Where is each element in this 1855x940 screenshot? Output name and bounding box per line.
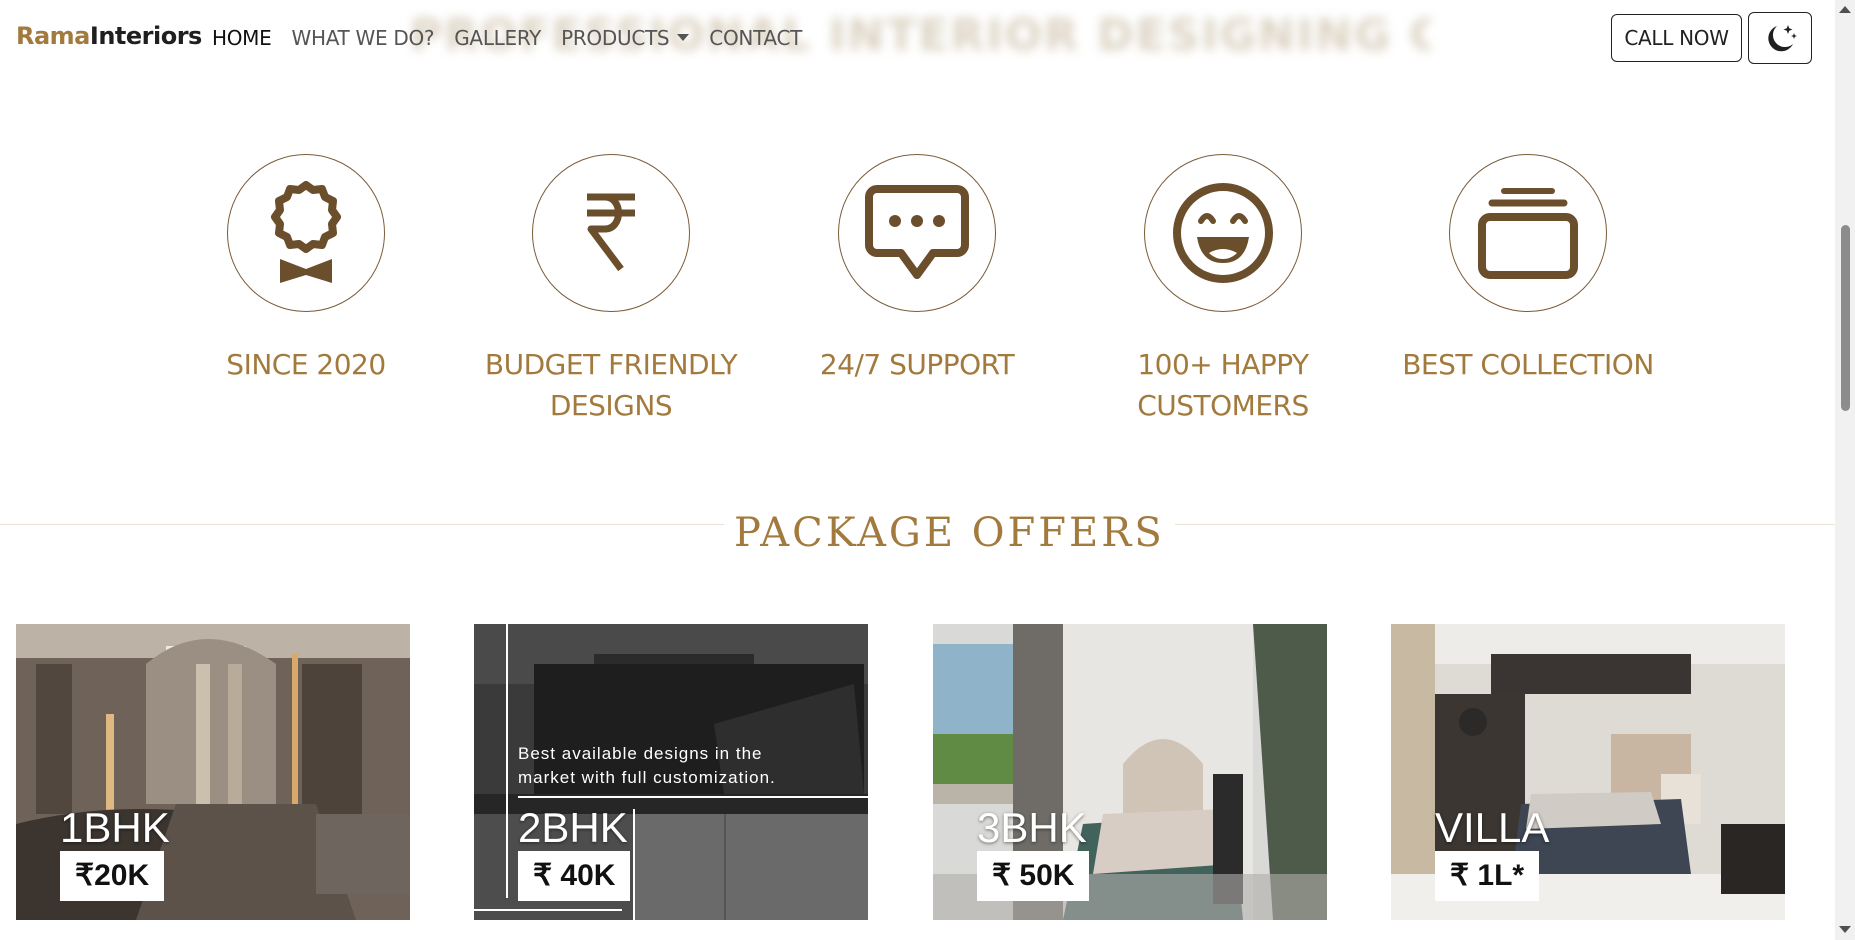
scroll-up-icon[interactable]: [1839, 6, 1851, 13]
features-section: SINCE 2020 BUDGET FRIENDLY DESIGNS 24/7 …: [0, 140, 1835, 440]
package-name: 2BHK: [518, 804, 628, 851]
package-card-villa[interactable]: VILLA ₹ 1L*: [1391, 624, 1785, 920]
brand-part-rama: Rama: [16, 22, 90, 50]
feature-circle: [838, 154, 996, 312]
package-name: 1BHK: [60, 804, 170, 851]
feature-since: SINCE 2020: [176, 154, 436, 385]
decorative-frame-line: [633, 809, 635, 920]
package-price: ₹ 50K: [977, 851, 1090, 901]
package-card-1bhk[interactable]: 1BHK ₹20K: [16, 624, 410, 920]
package-description: Best available designs in the market wit…: [518, 744, 776, 787]
package-price: ₹20K: [60, 851, 165, 901]
rupee-icon: [587, 193, 635, 272]
award-icon: [271, 181, 341, 283]
nav-links: HOME WHAT WE DO? GALLERY PRODUCTS CONTAC…: [212, 26, 822, 50]
feature-customers: 100+ HAPPY CUSTOMERS: [1093, 154, 1353, 426]
feature-label: BEST COLLECTION: [1402, 348, 1654, 381]
nav-contact[interactable]: CONTACT: [709, 26, 802, 50]
feature-label: BUDGET FRIENDLY DESIGNS: [484, 348, 738, 422]
theme-toggle-button[interactable]: [1748, 12, 1812, 64]
package-offers-title: PACKAGE OFFERS: [724, 510, 1175, 556]
decorative-frame-line: [474, 909, 622, 911]
brand-part-interiors: Interiors: [89, 22, 202, 50]
feature-circle: [1449, 154, 1607, 312]
call-now-button[interactable]: CALL NOW: [1611, 14, 1742, 62]
nav-what-we-do[interactable]: WHAT WE DO?: [291, 26, 434, 50]
package-name: 3BHK: [977, 804, 1087, 851]
nav-products-dropdown[interactable]: PRODUCTS: [561, 26, 690, 50]
package-card-3bhk[interactable]: 3BHK ₹ 50K: [933, 624, 1327, 920]
feature-circle: [532, 154, 690, 312]
nav-gallery[interactable]: GALLERY: [454, 26, 541, 50]
feature-support: 24/7 SUPPORT: [787, 154, 1047, 385]
package-price: ₹ 40K: [518, 851, 631, 901]
decorative-frame-line: [518, 796, 868, 798]
nav-home[interactable]: HOME: [212, 26, 272, 50]
feature-label: 24/7 SUPPORT: [819, 348, 1015, 381]
chat-dots-icon: [865, 185, 969, 279]
brand-logo[interactable]: RamaInteriors: [16, 22, 202, 50]
feature-label: SINCE 2020: [226, 348, 386, 381]
happy-face-icon: [1173, 183, 1273, 283]
package-card-2bhk[interactable]: Best available designs in the market wit…: [474, 624, 868, 920]
feature-budget: BUDGET FRIENDLY DESIGNS: [481, 154, 741, 426]
package-price: ₹ 1L*: [1435, 851, 1540, 901]
feature-collection: BEST COLLECTION: [1398, 154, 1658, 385]
feature-label: 100+ HAPPY CUSTOMERS: [1137, 348, 1309, 422]
navbar: PROFESSIONAL INTERIOR DESIGNING COMPANY …: [0, 0, 1835, 78]
chevron-down-icon: [677, 34, 690, 41]
nav-products-label: PRODUCTS: [561, 26, 670, 50]
scroll-down-icon[interactable]: [1839, 926, 1851, 933]
package-name: VILLA: [1435, 804, 1550, 851]
moon-stars-icon: [1768, 25, 1797, 52]
page-scrollbar[interactable]: [1835, 0, 1855, 940]
collection-icon: [1478, 188, 1578, 279]
decorative-frame-line: [506, 624, 508, 898]
feature-circle: [227, 154, 385, 312]
scrollbar-thumb[interactable]: [1841, 225, 1850, 411]
feature-circle: [1144, 154, 1302, 312]
